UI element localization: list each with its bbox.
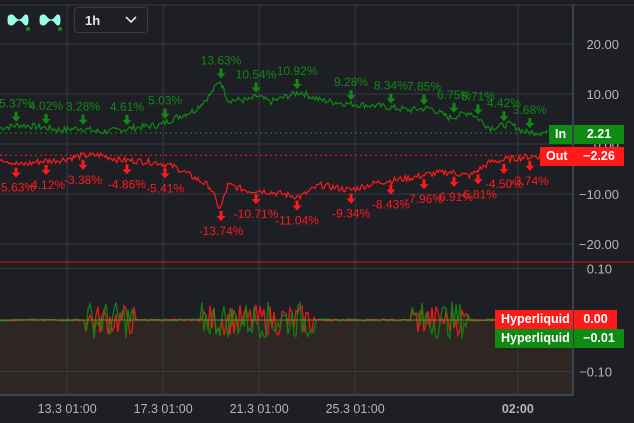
annotation-label: 10.92% bbox=[277, 64, 318, 78]
annotation-label: -4.86% bbox=[108, 177, 146, 191]
out-last-value: −2.26 bbox=[574, 147, 624, 166]
toolbar: 1h bbox=[6, 7, 148, 33]
x-tick-label: 25.3 01:00 bbox=[326, 402, 385, 416]
annotation-label: 4.61% bbox=[110, 100, 144, 114]
arrow-marker-icon bbox=[499, 111, 509, 122]
arrow-marker-icon bbox=[216, 210, 226, 221]
annotation-label: -13.74% bbox=[199, 224, 244, 238]
out-series-tag: Out bbox=[540, 147, 574, 166]
arrow-marker-icon bbox=[449, 102, 459, 113]
y-tick-label: −0.10 bbox=[579, 365, 612, 380]
arrow-marker-icon bbox=[292, 78, 302, 89]
annotation-label: 8.34% bbox=[374, 78, 408, 92]
annotation-label: -9.34% bbox=[332, 207, 370, 221]
annotation-label: 3.28% bbox=[66, 100, 100, 114]
annotation-label: -3.74% bbox=[511, 174, 549, 188]
arrow-marker-icon bbox=[346, 90, 356, 101]
interval-value: 1h bbox=[85, 12, 101, 28]
arrow-marker-icon bbox=[122, 114, 132, 125]
arrow-marker-icon bbox=[11, 167, 21, 178]
annotation-label: 5.03% bbox=[148, 94, 182, 108]
in-last-value: 2.21 bbox=[574, 125, 624, 144]
annotation-label: -11.04% bbox=[275, 214, 319, 228]
arrow-marker-icon bbox=[160, 108, 170, 119]
arrow-marker-icon bbox=[122, 164, 132, 175]
funding-green-value: −0.01 bbox=[574, 329, 624, 348]
funding-green-tag: Hyperliquid bbox=[495, 329, 573, 348]
chevron-down-icon bbox=[125, 16, 137, 24]
y-tick-label: −20.00 bbox=[579, 237, 619, 252]
arrow-marker-icon bbox=[216, 68, 226, 79]
arrow-marker-icon bbox=[160, 168, 170, 179]
arrow-marker-icon bbox=[11, 111, 21, 122]
y-tick-label: 10.00 bbox=[586, 87, 619, 102]
annotation-label: 9.28% bbox=[334, 75, 368, 89]
hyperliquid-logo-icon[interactable] bbox=[38, 8, 64, 32]
arrow-marker-icon bbox=[499, 163, 509, 174]
arrow-marker-icon bbox=[525, 160, 535, 171]
in-series-tag: In bbox=[549, 125, 573, 144]
arrow-marker-icon bbox=[419, 179, 429, 190]
arrow-marker-icon bbox=[473, 104, 483, 115]
annotation-label: 3.68% bbox=[513, 103, 547, 117]
x-tick-label: 02:00 bbox=[502, 402, 534, 416]
annotation-label: -4.12% bbox=[27, 178, 65, 192]
annotation-label: 4.02% bbox=[29, 99, 63, 113]
arrow-marker-icon bbox=[346, 193, 356, 204]
arrow-marker-icon bbox=[449, 176, 459, 187]
arrow-marker-icon bbox=[473, 174, 483, 185]
funding-red-tag: Hyperliquid bbox=[495, 310, 573, 329]
annotation-label: -10.71% bbox=[234, 207, 279, 221]
arrow-marker-icon bbox=[386, 93, 396, 104]
annotation-label: -3.38% bbox=[64, 173, 102, 187]
arrow-marker-icon bbox=[78, 114, 88, 125]
hyperliquid-logo-icon[interactable] bbox=[6, 8, 32, 32]
x-tick-label: 21.3 01:00 bbox=[230, 402, 289, 416]
arrow-marker-icon bbox=[525, 118, 535, 129]
y-tick-label: 0.10 bbox=[587, 262, 612, 277]
annotation-label: 13.63% bbox=[201, 53, 242, 67]
arrow-marker-icon bbox=[419, 94, 429, 105]
annotation-label: 10.54% bbox=[236, 68, 277, 82]
y-tick-label: −10.00 bbox=[579, 187, 619, 202]
arrow-marker-icon bbox=[386, 184, 396, 195]
y-tick-label: 20.00 bbox=[586, 37, 619, 52]
interval-dropdown[interactable]: 1h bbox=[74, 7, 148, 33]
funding-red-value: 0.00 bbox=[574, 310, 617, 329]
arrow-marker-icon bbox=[292, 200, 302, 211]
chart[interactable]: 20.00 10.00 0.00 −10.00 −20.00 0.10 −0.10 13.3 … bbox=[0, 0, 634, 423]
arrow-marker-icon bbox=[41, 165, 51, 176]
arrow-marker-icon bbox=[41, 113, 51, 124]
arrow-marker-icon bbox=[78, 159, 88, 170]
x-tick-label: 13.3 01:00 bbox=[38, 402, 97, 416]
annotation-label: -5.41% bbox=[146, 181, 184, 195]
x-tick-label: 17.3 01:00 bbox=[134, 402, 193, 416]
